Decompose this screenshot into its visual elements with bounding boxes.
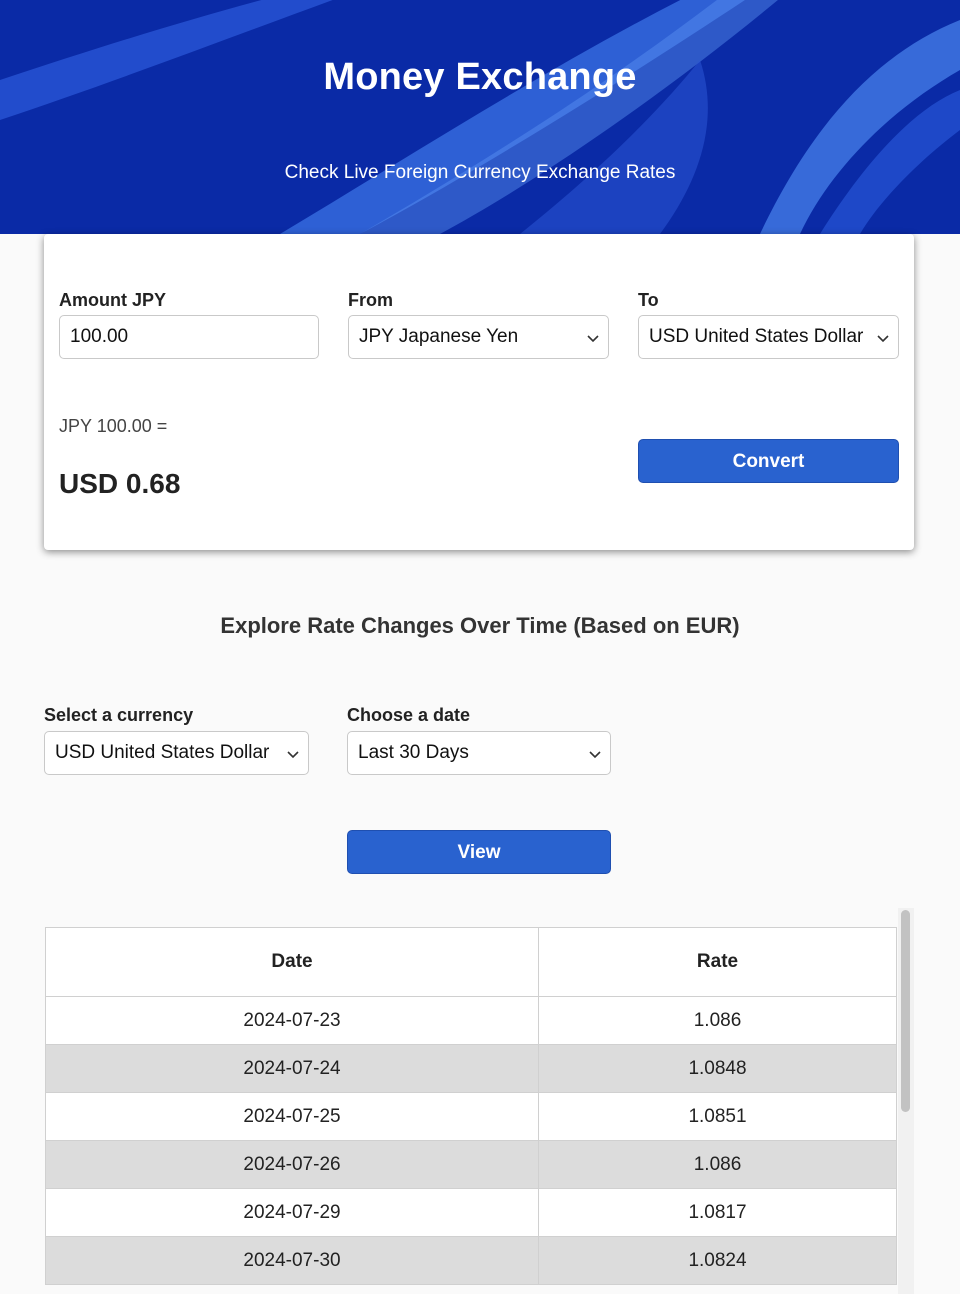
date-cell: 2024-07-23 <box>45 996 539 1045</box>
page-subtitle: Check Live Foreign Currency Exchange Rat… <box>284 162 676 183</box>
rate-cell: 1.0848 <box>538 1044 897 1093</box>
hero-background-art <box>0 0 960 234</box>
table-row: 2024-07-23 1.086 <box>45 996 897 1045</box>
conversion-result: USD 0.68 <box>59 468 181 499</box>
chevron-down-icon <box>877 335 889 343</box>
column-header-rate: Rate <box>538 927 897 997</box>
conversion-input-summary: JPY 100.00 = <box>59 416 168 436</box>
date-cell: 2024-07-30 <box>45 1236 539 1285</box>
amount-input[interactable]: 100.00 <box>59 315 319 359</box>
table-scrollbar-thumb[interactable] <box>901 910 910 1112</box>
date-cell: 2024-07-25 <box>45 1092 539 1141</box>
date-range-value: Last 30 Days <box>358 742 469 763</box>
amount-label: Amount JPY <box>59 290 167 310</box>
date-cell: 2024-07-29 <box>45 1188 539 1237</box>
table-row: 2024-07-26 1.086 <box>45 1140 897 1189</box>
date-cell: 2024-07-24 <box>45 1044 539 1093</box>
to-currency-select[interactable]: USD United States Dollar <box>638 315 899 359</box>
table-row: 2024-07-25 1.0851 <box>45 1092 897 1141</box>
date-range-select[interactable]: Last 30 Days <box>347 731 611 775</box>
converter-card: Amount JPY 100.00 From JPY Japanese Yen … <box>44 234 914 550</box>
rate-cell: 1.086 <box>538 996 897 1045</box>
rate-cell: 1.0824 <box>538 1236 897 1285</box>
column-header-date: Date <box>45 927 539 997</box>
rate-cell: 1.0817 <box>538 1188 897 1237</box>
history-currency-select[interactable]: USD United States Dollar <box>44 731 309 775</box>
history-title: Explore Rate Changes Over Time (Based on… <box>220 613 740 638</box>
chevron-down-icon <box>287 751 299 759</box>
to-currency-value: USD United States Dollar <box>649 326 864 347</box>
rates-table-container[interactable]: Date Rate 2024-07-23 1.086 2024-07-24 1.… <box>44 908 914 1294</box>
table-row: 2024-07-29 1.0817 <box>45 1188 897 1237</box>
rate-cell: 1.0851 <box>538 1092 897 1141</box>
currency-select-label: Select a currency <box>44 705 194 725</box>
rate-cell: 1.086 <box>538 1140 897 1189</box>
view-button[interactable]: View <box>347 830 611 874</box>
from-currency-select[interactable]: JPY Japanese Yen <box>348 315 609 359</box>
from-currency-value: JPY Japanese Yen <box>359 326 519 347</box>
convert-button[interactable]: Convert <box>638 439 899 483</box>
page-title: Money Exchange <box>323 56 637 98</box>
history-currency-value: USD United States Dollar <box>55 742 270 763</box>
from-label: From <box>348 290 393 310</box>
table-row: 2024-07-30 1.0824 <box>45 1236 897 1285</box>
date-cell: 2024-07-26 <box>45 1140 539 1189</box>
hero-banner: Money Exchange Check Live Foreign Curren… <box>0 0 960 234</box>
chevron-down-icon <box>587 335 599 343</box>
date-select-label: Choose a date <box>347 705 471 725</box>
table-row: 2024-07-24 1.0848 <box>45 1044 897 1093</box>
rates-table: Date Rate 2024-07-23 1.086 2024-07-24 1.… <box>45 927 897 1285</box>
chevron-down-icon <box>589 751 601 759</box>
to-label: To <box>638 290 659 310</box>
table-scrollbar[interactable] <box>898 908 914 1294</box>
